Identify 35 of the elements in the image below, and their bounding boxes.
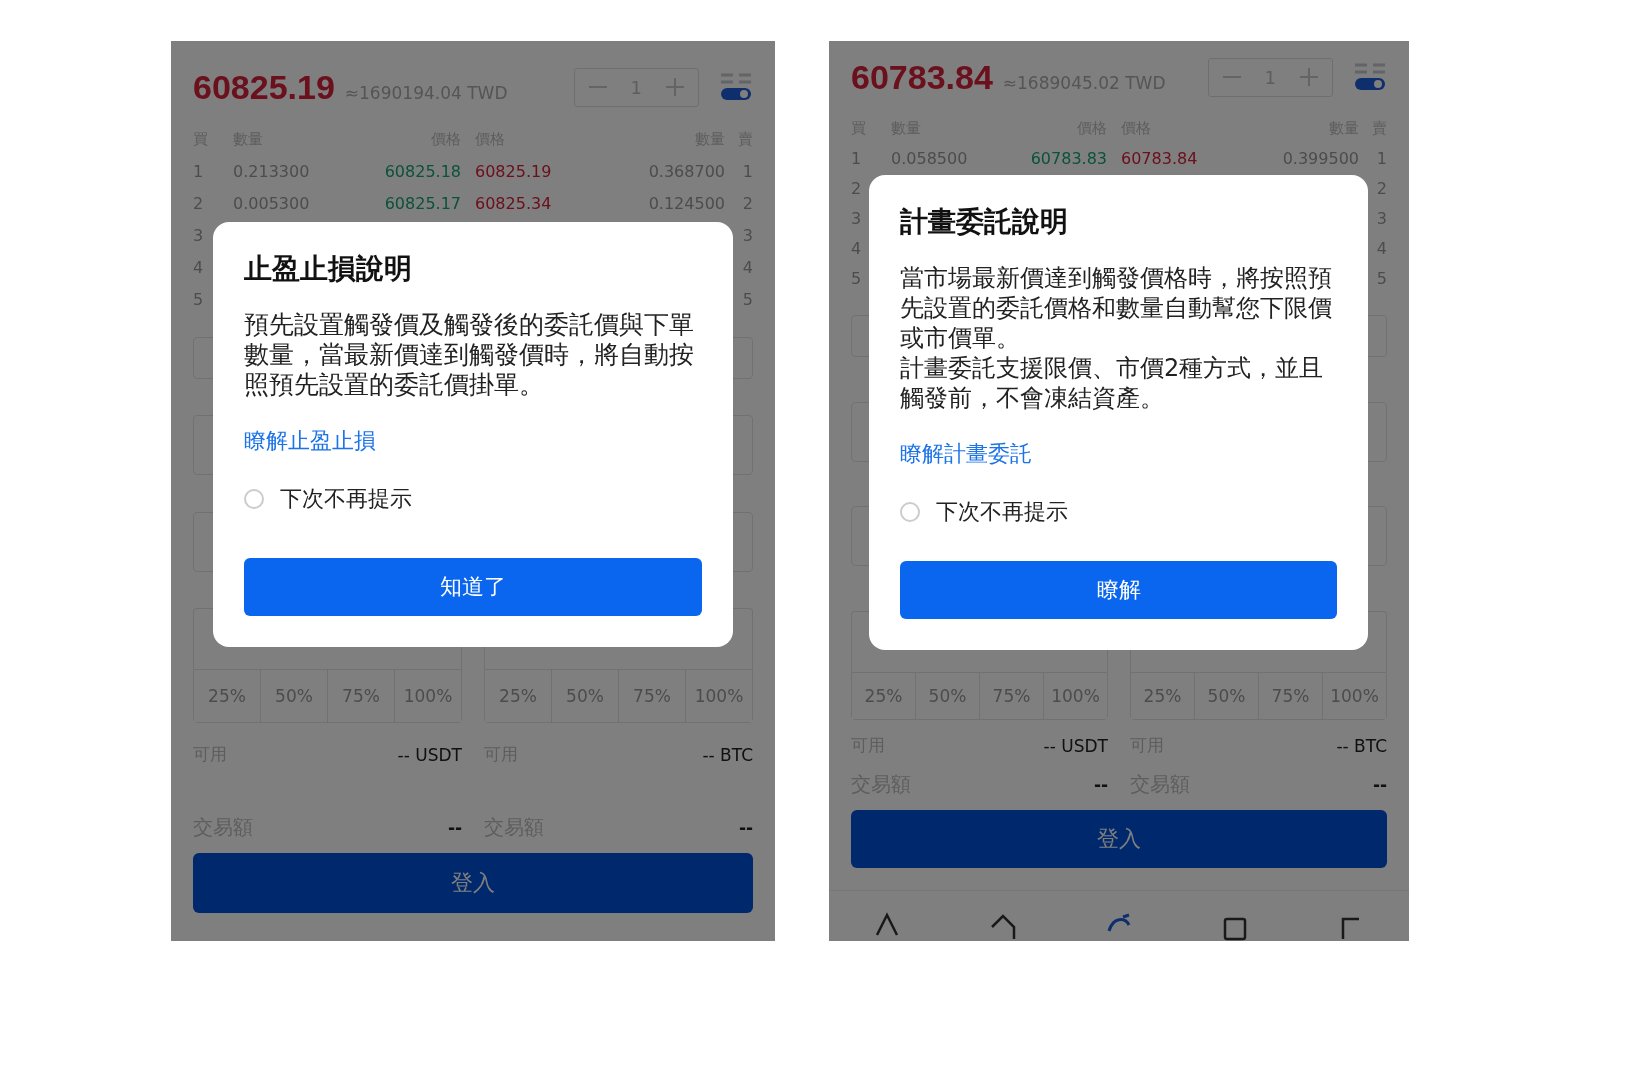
list-toggle-icon[interactable] [719, 72, 753, 102]
available-balance: -- USDT [1043, 735, 1108, 756]
list-toggle-icon[interactable] [1353, 62, 1387, 92]
ask-price: 60825.19 [474, 161, 553, 181]
bid-price: 60825.18 [383, 161, 462, 181]
dialog-text: 預先設置觸發價及觸發後的委託價與下單數量，當最新價達到觸發價時，將自動按照預先設置的委託價掛單。 [244, 310, 695, 400]
dialog-text: 計畫委託支援限價、市價2種方式，並且觸發前，不會凍結資產。 [900, 353, 1325, 413]
checkbox-label: 下次不再提示 [280, 485, 412, 513]
login-button[interactable]: 登入 [851, 810, 1387, 868]
ask-price: 60783.84 [1120, 148, 1199, 168]
confirm-button[interactable]: 瞭解 [900, 561, 1337, 619]
available-balance: -- USDT [397, 744, 462, 765]
ask-price: 60825.34 [474, 193, 553, 213]
help-link[interactable]: 瞭解計畫委託 [900, 439, 1032, 469]
checkbox-label: 下次不再提示 [936, 498, 1068, 526]
radio-button[interactable] [244, 489, 264, 509]
last-price: 60783.84 [851, 57, 993, 97]
available-balance: -- BTC [702, 744, 753, 765]
confirm-button[interactable]: 知道了 [244, 558, 702, 616]
help-link[interactable]: 瞭解止盈止損 [244, 426, 376, 456]
dialog-title: 計畫委託說明 [900, 204, 1069, 240]
bid-price: 60825.17 [383, 193, 462, 213]
last-price: 60825.19 [193, 67, 335, 107]
radio-button[interactable] [900, 502, 920, 522]
bid-price: 60783.83 [1029, 148, 1108, 168]
plus-icon [666, 78, 684, 96]
trade-amount-value: -- [447, 817, 462, 838]
plus-icon [1300, 68, 1318, 86]
dialog-text: 當市場最新價達到觸發價格時，將按照預先設置的委託價格和數量自動幫您下限價或市價單。 [900, 263, 1333, 353]
trade-amount-value: -- [1372, 774, 1387, 795]
trade-amount-value: -- [1093, 774, 1108, 795]
available-balance: -- BTC [1336, 735, 1387, 756]
login-button[interactable]: 登入 [193, 853, 753, 913]
trade-amount-value: -- [738, 817, 753, 838]
dialog-title: 止盈止損說明 [244, 251, 413, 287]
